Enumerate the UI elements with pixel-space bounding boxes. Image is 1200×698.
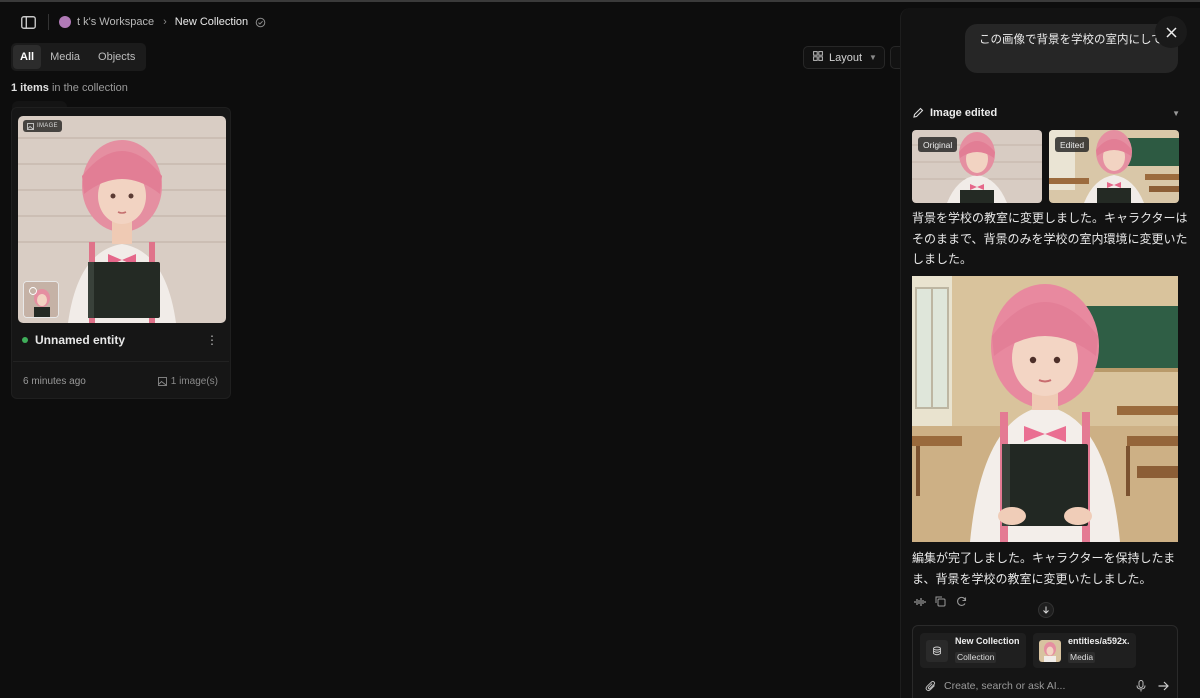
original-image[interactable]: Original [912,130,1042,203]
close-panel-button[interactable] [1155,16,1187,48]
tab-all[interactable]: All [13,45,42,69]
entity-card[interactable]: IMAGE Unnamed entity ⋮ 6 minutes ago 1 i… [11,107,231,399]
grid-icon [813,51,823,64]
audio-wave-icon[interactable] [913,595,926,608]
items-count-number: 1 items [11,82,49,94]
ai-chat-panel: この画像で背景を学校の室内にして Image edited ▼ Original [900,8,1200,698]
composer-input-row [925,680,1169,692]
paperclip-icon[interactable] [925,680,937,692]
more-options-icon[interactable]: ⋮ [204,333,220,347]
assistant-response-2: 編集が完了しました。キャラクターを保持したまま、背景を学校の教室に変更いたしまし… [912,551,1176,586]
chip-tag: Collection [955,652,997,663]
top-bar: t k's Workspace › New Collection [0,2,900,42]
chip-tag: Media [1068,652,1096,663]
card-image-count: 1 image(s) [157,376,218,387]
edited-label: Edited [1055,137,1090,152]
database-icon [926,639,948,662]
chevron-down-icon: ▼ [869,53,877,62]
image-edited-title: Image edited [930,107,998,119]
scroll-to-bottom-button[interactable] [1038,602,1054,618]
chevron-down-icon[interactable]: ▼ [1172,109,1180,118]
layout-button[interactable]: Layout ▼ [803,46,885,69]
arrow-down-icon [1043,606,1049,614]
breadcrumb-workspace[interactable]: t k's Workspace [77,16,154,28]
context-chip-collection[interactable]: New Collection Collection [920,633,1026,668]
card-timestamp: 6 minutes ago [23,376,86,387]
layout-label: Layout [829,51,863,64]
verified-badge-icon [255,17,266,28]
user-message-bubble: この画像で背景を学校の室内にして [965,24,1178,73]
breadcrumb-collection[interactable]: New Collection [175,16,248,28]
breadcrumb-chevron-icon: › [163,16,167,28]
send-arrow-icon[interactable] [1158,681,1169,691]
image-badge-label: IMAGE [37,123,58,129]
original-label: Original [918,137,958,152]
image-count-icon [157,377,167,386]
sidebar-toggle-icon[interactable] [18,12,38,32]
items-count: 1 items in the collection [11,82,128,94]
chat-composer: New Collection Collection entities/a592x… [912,625,1178,698]
microphone-icon[interactable] [1136,680,1146,692]
chip-title: New Collection [955,636,1020,646]
workspace-avatar [59,16,71,28]
chip-title: entities/a592x. [1068,636,1130,646]
image-type-badge: IMAGE [23,120,62,132]
close-icon [1165,26,1177,38]
pencil-icon [913,107,924,118]
card-title[interactable]: Unnamed entity [35,333,125,347]
copy-icon[interactable] [934,595,947,608]
message-actions [913,595,968,608]
image-edited-header[interactable]: Image edited ▼ [912,107,1180,119]
tab-objects[interactable]: Objects [89,45,144,69]
composer-input[interactable] [944,680,1114,692]
refresh-icon[interactable] [955,595,968,608]
mini-thumbnail[interactable] [23,281,59,318]
edited-result-image[interactable] [912,276,1178,542]
media-thumbnail [1039,639,1061,662]
items-count-suffix: in the collection [51,82,128,94]
image-count-label: 1 image(s) [170,376,218,387]
context-chip-media[interactable]: entities/a592x. Media [1033,633,1136,668]
status-dot [22,337,28,343]
header-divider [48,14,49,30]
entity-thumbnail[interactable]: IMAGE [18,116,226,323]
edited-image[interactable]: Edited [1049,130,1179,203]
assistant-response-1: 背景を学校の教室に変更しました。キャラクターはそのままで、背景のみを学校の室内環… [912,211,1188,266]
card-title-row: Unnamed entity ⋮ [22,333,220,347]
tab-media[interactable]: Media [41,45,89,69]
card-divider [13,361,229,362]
filter-tabs: All Media Objects [11,43,147,71]
